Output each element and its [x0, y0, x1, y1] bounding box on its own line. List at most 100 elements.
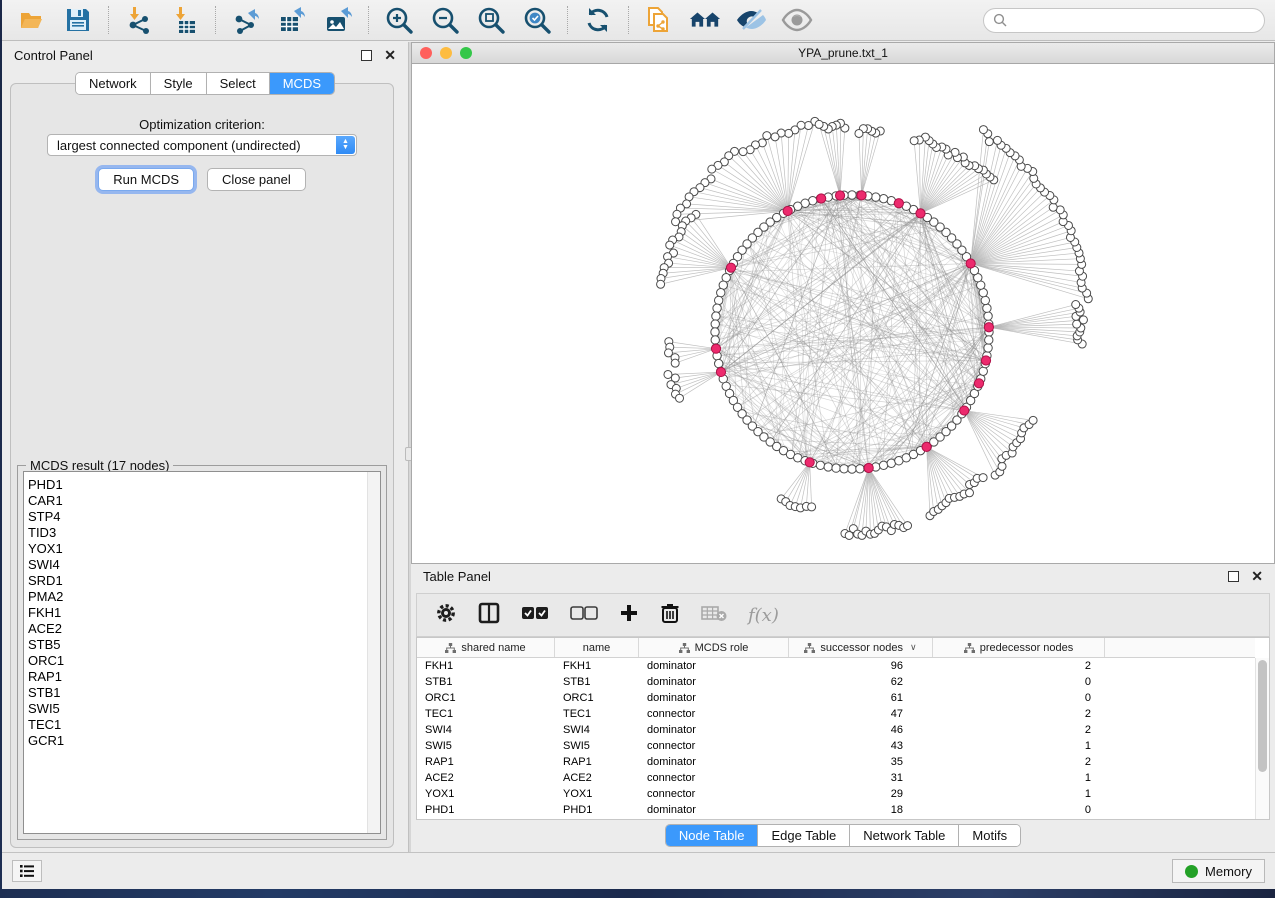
show-all-icon[interactable] — [781, 4, 813, 36]
show-panels-menu-button[interactable] — [12, 860, 42, 882]
table-row[interactable]: STB1STB1dominator620 — [417, 674, 1255, 690]
import-table-icon[interactable] — [169, 4, 201, 36]
open-file-icon[interactable] — [16, 4, 48, 36]
column-header-shared-name[interactable]: shared name — [417, 638, 555, 657]
cell-shared_name[interactable]: RAP1 — [417, 756, 555, 768]
cell-successor_nodes[interactable]: 18 — [789, 804, 933, 816]
cell-shared_name[interactable]: ORC1 — [417, 692, 555, 704]
mcds-result-item[interactable]: ACE2 — [24, 621, 380, 637]
column-header-MCDS-role[interactable]: MCDS role — [639, 638, 789, 657]
cell-shared_name[interactable]: FKH1 — [417, 660, 555, 672]
cell-shared_name[interactable]: ACE2 — [417, 772, 555, 784]
export-image-icon[interactable] — [322, 4, 354, 36]
duplicate-network-icon[interactable] — [643, 4, 675, 36]
cell-name[interactable]: ORC1 — [555, 692, 639, 704]
mcds-result-list[interactable]: PHD1CAR1STP4TID3YOX1SWI4SRD1PMA2FKH1ACE2… — [23, 471, 381, 834]
table-row[interactable]: YOX1YOX1connector291 — [417, 786, 1255, 802]
cell-shared_name[interactable]: STB1 — [417, 676, 555, 688]
cell-predecessor_nodes[interactable]: 1 — [933, 740, 1105, 752]
cell-mcds_role[interactable]: dominator — [639, 660, 789, 672]
cell-successor_nodes[interactable]: 46 — [789, 724, 933, 736]
refresh-view-icon[interactable] — [582, 4, 614, 36]
cell-name[interactable]: SWI4 — [555, 724, 639, 736]
table-row[interactable]: RAP1RAP1dominator352 — [417, 754, 1255, 770]
mcds-result-item[interactable]: GCR1 — [24, 733, 380, 749]
cell-name[interactable]: SWI5 — [555, 740, 639, 752]
cell-mcds_role[interactable]: dominator — [639, 804, 789, 816]
cell-name[interactable]: FKH1 — [555, 660, 639, 672]
float-panel-icon[interactable] — [361, 50, 372, 61]
cell-successor_nodes[interactable]: 29 — [789, 788, 933, 800]
cell-mcds_role[interactable]: dominator — [639, 724, 789, 736]
cell-name[interactable]: PHD1 — [555, 804, 639, 816]
cell-predecessor_nodes[interactable]: 2 — [933, 708, 1105, 720]
table-row[interactable]: FKH1FKH1dominator962 — [417, 658, 1255, 674]
import-network-icon[interactable] — [123, 4, 155, 36]
mcds-result-item[interactable]: PHD1 — [24, 477, 380, 493]
cell-shared_name[interactable]: SWI4 — [417, 724, 555, 736]
cell-shared_name[interactable]: TEC1 — [417, 708, 555, 720]
add-row-icon[interactable] — [619, 603, 639, 628]
delete-row-icon[interactable] — [660, 602, 680, 629]
settings-gear-icon[interactable] — [435, 602, 457, 629]
table-scrollbar-thumb[interactable] — [1258, 660, 1267, 772]
mcds-result-item[interactable]: CAR1 — [24, 493, 380, 509]
cell-predecessor_nodes[interactable]: 0 — [933, 676, 1105, 688]
mcds-result-item[interactable]: SWI5 — [24, 701, 380, 717]
cell-successor_nodes[interactable]: 47 — [789, 708, 933, 720]
table-row[interactable]: ACE2ACE2connector311 — [417, 770, 1255, 786]
mcds-result-item[interactable]: STB5 — [24, 637, 380, 653]
cell-successor_nodes[interactable]: 31 — [789, 772, 933, 784]
column-header-predecessor-nodes[interactable]: predecessor nodes — [933, 638, 1105, 657]
close-panel-icon[interactable]: ✕ — [384, 50, 396, 61]
select-all-icon[interactable] — [521, 606, 549, 625]
cell-successor_nodes[interactable]: 35 — [789, 756, 933, 768]
cell-successor_nodes[interactable]: 62 — [789, 676, 933, 688]
cell-name[interactable]: STB1 — [555, 676, 639, 688]
tab-mcds[interactable]: MCDS — [269, 73, 334, 94]
zoom-out-icon[interactable] — [429, 4, 461, 36]
search-input[interactable] — [1012, 13, 1255, 27]
float-table-panel-icon[interactable] — [1228, 571, 1239, 582]
cell-predecessor_nodes[interactable]: 2 — [933, 756, 1105, 768]
close-panel-button[interactable]: Close panel — [207, 168, 306, 191]
cell-shared_name[interactable]: YOX1 — [417, 788, 555, 800]
memory-button[interactable]: Memory — [1172, 859, 1265, 883]
cell-predecessor_nodes[interactable]: 1 — [933, 772, 1105, 784]
mcds-list-scrollbar[interactable] — [367, 472, 380, 833]
network-graph[interactable] — [412, 64, 1275, 563]
tab-select[interactable]: Select — [206, 73, 269, 94]
cell-mcds_role[interactable]: dominator — [639, 756, 789, 768]
zoom-fit-icon[interactable] — [475, 4, 507, 36]
network-canvas[interactable] — [412, 64, 1274, 563]
mcds-result-item[interactable]: STB1 — [24, 685, 380, 701]
table-row[interactable]: SWI4SWI4dominator462 — [417, 722, 1255, 738]
deselect-all-icon[interactable] — [570, 606, 598, 625]
tab-network[interactable]: Network — [76, 73, 150, 94]
table-row[interactable]: PHD1PHD1dominator180 — [417, 802, 1255, 818]
column-selector-icon[interactable] — [478, 602, 500, 629]
cell-successor_nodes[interactable]: 61 — [789, 692, 933, 704]
cell-mcds_role[interactable]: connector — [639, 772, 789, 784]
cell-successor_nodes[interactable]: 43 — [789, 740, 933, 752]
cell-mcds_role[interactable]: connector — [639, 740, 789, 752]
tab-edge-table[interactable]: Edge Table — [757, 825, 849, 846]
table-scrollbar[interactable] — [1255, 658, 1269, 819]
cell-mcds_role[interactable]: dominator — [639, 692, 789, 704]
table-row[interactable]: ORC1ORC1dominator610 — [417, 690, 1255, 706]
cell-name[interactable]: ACE2 — [555, 772, 639, 784]
cell-mcds_role[interactable]: connector — [639, 708, 789, 720]
mcds-result-item[interactable]: YOX1 — [24, 541, 380, 557]
mcds-result-item[interactable]: STP4 — [24, 509, 380, 525]
mcds-result-item[interactable]: ORC1 — [24, 653, 380, 669]
tab-motifs[interactable]: Motifs — [958, 825, 1020, 846]
cell-predecessor_nodes[interactable]: 0 — [933, 692, 1105, 704]
zoom-selected-icon[interactable] — [521, 4, 553, 36]
cell-name[interactable]: TEC1 — [555, 708, 639, 720]
table-row[interactable]: SWI5SWI5connector431 — [417, 738, 1255, 754]
cell-name[interactable]: YOX1 — [555, 788, 639, 800]
cell-predecessor_nodes[interactable]: 0 — [933, 804, 1105, 816]
export-network-icon[interactable] — [230, 4, 262, 36]
first-neighbors-icon[interactable] — [689, 4, 721, 36]
mcds-result-item[interactable]: TID3 — [24, 525, 380, 541]
